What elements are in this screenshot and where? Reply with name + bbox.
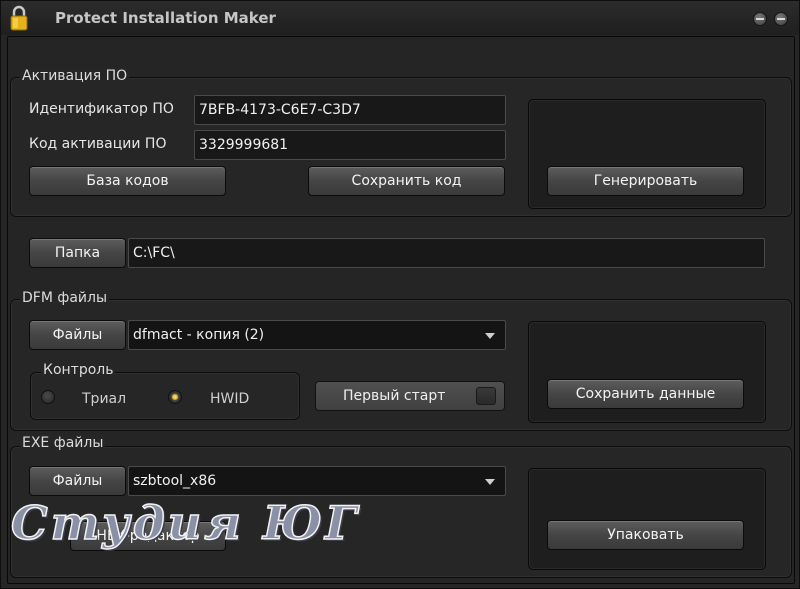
exe-files-legend: EXE файлы <box>20 435 106 451</box>
software-id-label: Идентификатор ПО <box>29 101 174 117</box>
generate-button[interactable]: Генерировать <box>547 166 744 196</box>
dfm-files-legend: DFM файлы <box>20 290 110 306</box>
first-start-checkbox[interactable] <box>476 387 496 405</box>
title-bar[interactable]: Protect Installation Maker <box>1 1 799 35</box>
radio-trial[interactable] <box>41 390 55 404</box>
lock-icon <box>9 5 29 31</box>
activation-legend: Активация ПО <box>20 68 130 84</box>
exe-files-button[interactable]: Файлы <box>29 466 126 496</box>
first-start-label: Первый старт <box>343 388 446 404</box>
first-start-toggle[interactable]: Первый старт <box>315 381 505 411</box>
studio-watermark: Студия ЮГ <box>10 495 360 551</box>
chevron-down-icon[interactable] <box>485 333 495 339</box>
dfm-file-select[interactable]: dfmact - копия (2) <box>128 320 506 350</box>
folder-button[interactable]: Папка <box>29 238 126 268</box>
dfm-files-button[interactable]: Файлы <box>29 320 126 350</box>
activation-code-field[interactable]: 3329999681 <box>194 130 506 160</box>
chevron-down-icon[interactable] <box>485 479 495 485</box>
folder-path-field[interactable]: C:\FC\ <box>128 238 765 268</box>
save-code-button[interactable]: Сохранить код <box>308 166 505 196</box>
pack-button[interactable]: Упаковать <box>547 520 744 550</box>
window-title: Protect Installation Maker <box>55 9 276 27</box>
pack-panel <box>528 468 766 570</box>
radio-hwid-label[interactable]: HWID <box>210 391 249 407</box>
exe-file-select[interactable]: szbtool_x86 <box>128 466 506 496</box>
control-group <box>30 372 300 420</box>
activation-code-label: Код активации ПО <box>29 136 167 152</box>
close-button[interactable] <box>774 12 788 26</box>
save-data-button[interactable]: Сохранить данные <box>547 379 744 409</box>
minimize-icon <box>756 18 764 20</box>
codes-database-button[interactable]: База кодов <box>29 166 226 196</box>
dfm-file-select-value: dfmact - копия (2) <box>133 327 265 343</box>
control-legend: Контроль <box>41 362 116 378</box>
radio-hwid[interactable] <box>168 390 182 404</box>
radio-trial-label[interactable]: Триал <box>82 391 126 407</box>
exe-file-select-value: szbtool_x86 <box>133 473 217 489</box>
close-icon <box>777 18 785 20</box>
software-id-field[interactable]: 7BFB-4173-C6E7-C3D7 <box>194 95 506 125</box>
app-window: Protect Installation Maker Активация ПО … <box>0 0 800 589</box>
minimize-button[interactable] <box>753 12 767 26</box>
